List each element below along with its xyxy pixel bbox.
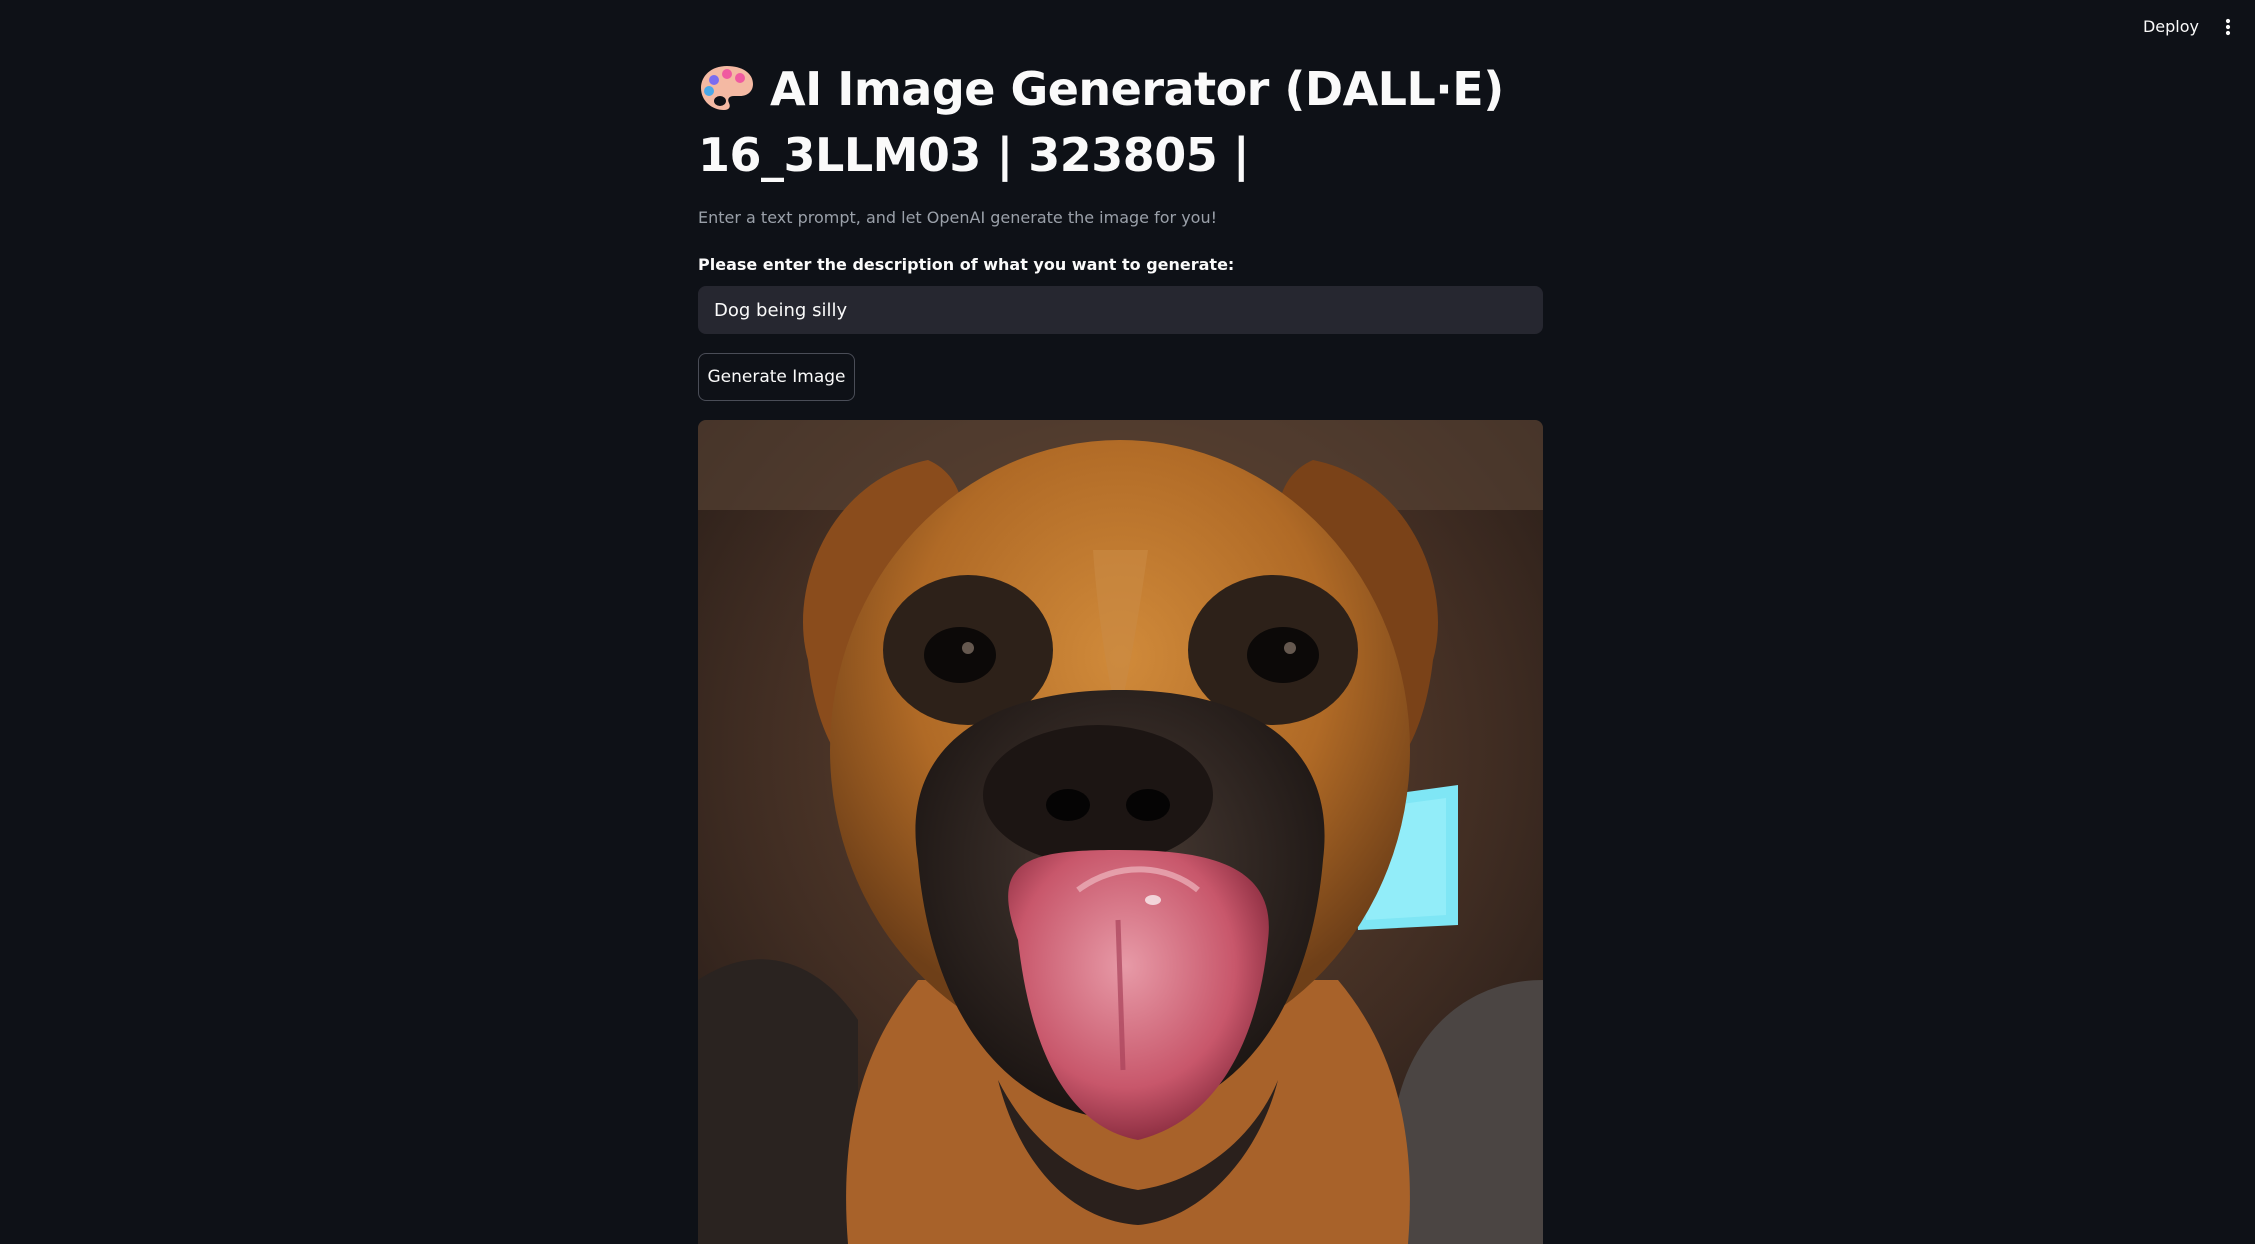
title-text-line-2: 16_3LLM03 | 323805 |	[698, 128, 1250, 182]
main-content: AI Image Generator (DALL·E) 16_3LLM03 | …	[698, 0, 1543, 1244]
prompt-input[interactable]	[698, 286, 1543, 334]
prompt-label: Please enter the description of what you…	[698, 255, 1235, 274]
generated-image	[698, 420, 1543, 1244]
page-subtitle: Enter a text prompt, and let OpenAI gene…	[698, 208, 1217, 227]
deploy-button[interactable]: Deploy	[2135, 12, 2207, 42]
page-title: AI Image Generator (DALL·E) 16_3LLM03 | …	[698, 56, 1558, 188]
vertical-ellipsis-icon	[2225, 18, 2231, 36]
artist-palette-icon	[701, 66, 753, 110]
title-text-line-1: AI Image Generator (DALL·E)	[770, 62, 1504, 116]
title-row-1: AI Image Generator (DALL·E)	[698, 56, 1558, 122]
generate-image-button[interactable]: Generate Image	[698, 353, 855, 401]
boxer-dog-image	[698, 420, 1543, 1244]
main-menu-button[interactable]	[2215, 12, 2241, 42]
